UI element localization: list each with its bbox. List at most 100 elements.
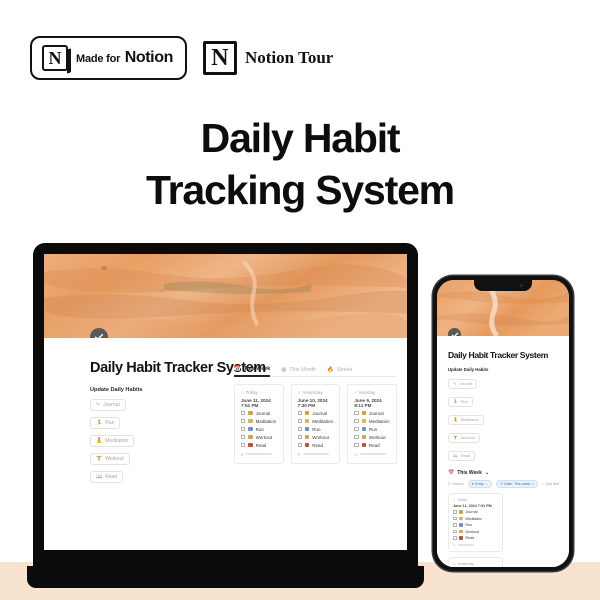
todo-journal[interactable]: Journal [241,411,277,416]
meditation-icon: 🧘 [96,438,103,444]
search-label: Search [452,482,464,486]
laptop-lid: Daily Habit Tracker System Update Daily … [33,243,418,576]
todo-meditation[interactable]: Meditation [241,419,277,424]
checkbox[interactable] [297,410,302,416]
tab-label: This Week [243,366,271,372]
habit-button-workout[interactable]: 🏋 Workout [90,453,130,465]
habit-button-meditation[interactable]: 🧘 Meditation [448,414,484,425]
todo-label: Run [368,426,378,432]
tab-this-month[interactable]: ▦ This Month [281,367,316,373]
todo-journal[interactable]: Journal [297,410,334,416]
habit-card-yesterday-mobile[interactable]: ○Yesterday June 10, 2024 7:30 PM Journal… [448,557,503,567]
todo-meditation[interactable]: Meditation [354,419,390,424]
todo-run[interactable]: Run [453,523,498,527]
meditation-icon [248,418,253,424]
todo-label: Workout [368,434,386,440]
todo-workout[interactable]: Workout [453,530,498,534]
checkbox[interactable] [241,434,246,440]
todo-run[interactable]: Run [241,427,277,432]
run-icon [248,426,253,432]
checkbox[interactable] [241,442,246,448]
todo-journal[interactable]: Journal [354,411,390,416]
todo-read[interactable]: Read [354,443,390,448]
user-icon: ● [471,482,474,486]
phone-mockup: Daily Habit Tracker System Update Daily … [433,276,573,571]
todo-label: Workout [465,529,480,534]
habit-database-pane: 📅 This Week ▦ This Month 🔥 Streak ○ Today Ju… [234,366,398,464]
tab-streak[interactable]: 🔥 Streak [327,367,352,373]
add-filter-label: Add filter [545,482,560,486]
footer-divider [246,453,273,455]
card-heading: ○ Today [453,498,498,502]
checkbox[interactable] [453,523,457,527]
checkbox[interactable] [297,418,302,424]
habit-button-run[interactable]: 🏃 Run [90,417,121,429]
todo-journal[interactable]: Journal [453,510,498,514]
todo-meditation[interactable]: Meditation [297,418,334,424]
todo-workout[interactable]: Workout [297,434,334,440]
todo-read[interactable]: Read [453,536,498,540]
phone-frame: Daily Habit Tracker System Update Daily … [433,276,573,571]
checkbox[interactable] [354,442,359,448]
todo-meditation[interactable]: Meditation [453,517,498,521]
habit-button-workout[interactable]: 🏋 Workout [448,432,481,443]
habit-button-read[interactable]: 📖 Read [90,471,124,483]
checkbox[interactable] [453,516,457,521]
checkbox[interactable] [297,434,302,440]
todo-label: Journal [465,510,478,514]
todo-workout[interactable]: Workout [241,435,277,440]
habit-card-monday[interactable]: ○ Monday June 9, 2024 8:11 PM Journal Med… [347,383,398,464]
todo-read[interactable]: Read [297,442,334,448]
fire-icon: 🔥 [327,366,334,373]
journal-icon [248,410,253,416]
run-icon [304,426,310,432]
search-icon: ⚲ [448,482,451,486]
clock-icon: ○ [297,389,301,395]
calendar-icon: 📅 [448,470,455,476]
notion-square-icon: N [202,41,237,75]
clock-icon: ○ [453,561,456,566]
habit-card-list-mobile: ○ Today June 11, 2024 7:51 PM Journal Med… [448,493,558,567]
database-view-title[interactable]: 📅 This Week ⌄ [448,470,558,476]
workout-icon [459,529,463,534]
workout-icon: 🏋 [96,456,103,462]
card-count: 0 [241,451,244,457]
habit-button-meditation[interactable]: 🧘 Meditation [90,435,135,447]
todo-label: Meditation [255,418,277,424]
checkbox[interactable] [241,418,246,424]
close-icon[interactable]: × [532,482,534,486]
add-filter-button[interactable]: + Add filter [542,482,560,486]
checkbox[interactable] [241,410,246,416]
todo-read[interactable]: Read [241,443,277,448]
habit-button-list-mobile: ✎ Journal 🏃 Run 🧘 Meditation 🏋 Workout 📖 Read [448,372,558,462]
checkbox[interactable] [297,442,302,448]
todo-run[interactable]: Run [297,426,334,432]
filter-date[interactable]: ⏱ Date: This week × [496,480,538,488]
checkbox[interactable] [354,418,359,424]
checkbox[interactable] [354,434,359,440]
habit-button-journal[interactable]: ✎ Journal [448,378,478,389]
card-heading: ○ Today [241,390,277,395]
checkbox[interactable] [354,410,359,416]
checkbox[interactable] [453,536,457,540]
habit-card-yesterday[interactable]: ○ Yesterday June 10, 2024 7:30 PM Journal… [290,383,341,464]
tab-this-week[interactable]: 📅 This Week [234,366,271,377]
habit-card-today-mobile[interactable]: ○ Today June 11, 2024 7:51 PM Journal Med… [448,493,503,552]
checkbox[interactable] [241,426,246,432]
journal-icon [361,410,366,416]
todo-label: Journal [312,410,328,416]
checkbox[interactable] [297,426,302,432]
checkbox[interactable] [453,529,457,534]
search-control[interactable]: ⚲ Search [448,482,464,486]
checkbox[interactable] [354,426,359,432]
filter-entry[interactable]: ● Entry ⌄ [467,480,493,488]
checkbox[interactable] [453,510,457,514]
habit-button-label: Run [105,420,115,426]
habit-button-read[interactable]: 📖 Read [448,450,476,461]
habit-button-journal[interactable]: ✎ Journal [90,399,126,411]
todo-run[interactable]: Run [354,427,390,432]
habit-button-run[interactable]: 🏃 Run [448,396,473,407]
chevron-down-icon[interactable]: ⌄ [485,470,489,476]
todo-workout[interactable]: Workout [354,435,390,440]
habit-card-today[interactable]: ○ Today June 11, 2024 7:51 PM Journal Med… [234,383,284,464]
